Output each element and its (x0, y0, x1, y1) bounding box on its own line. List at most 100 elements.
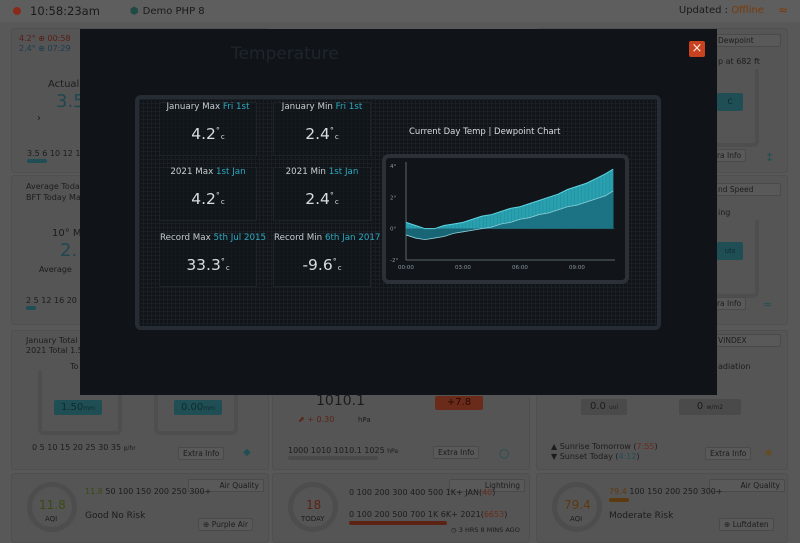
stat-unit: c (220, 198, 225, 206)
lightning-scale-jan: 0 100 200 300 400 500 1K+ JAN(40) (349, 488, 496, 497)
chevron-right-icon[interactable]: › (37, 113, 41, 124)
aq2-scale: 79.4 100 150 200 250 300+ (609, 487, 723, 496)
radiation-label: adiation (718, 362, 751, 371)
pressure-badge: +7.8 (435, 396, 483, 410)
stat-date: 6th Jan 2017 (324, 233, 381, 243)
aq2-value: 79.4 (564, 498, 591, 512)
stat-date: 5th Jul 2015 (213, 233, 267, 243)
wind-average-label: Average (39, 265, 72, 274)
thermometer-icon: ↕ (765, 151, 775, 164)
chart-title: Current Day Temp | Dewpoint Chart (409, 127, 561, 137)
aq1-status: Good No Risk (85, 511, 146, 521)
windspeed-title: nd Speed (713, 183, 781, 196)
stat-date: 1st Jan (215, 167, 246, 177)
temp-min-line: 2.4° ⊕ 07:29 (19, 44, 71, 53)
plus-icon: ⊕ (724, 520, 731, 529)
stat-value: -9.6 (302, 256, 333, 274)
updated-status: Updated : Offline (678, 5, 764, 16)
rain-jan-total: January Total (26, 336, 78, 345)
stat-date: Fri 1st (222, 102, 250, 112)
rain-year-total: 2021 Total 1.5 (26, 346, 83, 355)
temp-scale-bar (27, 159, 47, 163)
stat-unit: c (220, 133, 225, 141)
stat-record-max: Record Max 5th Jul 2015 33.3°c (159, 233, 266, 287)
stat-record-min: Record Min 6th Jan 2017 -9.6°c (273, 233, 380, 287)
wifi-icon: ≈ (777, 3, 788, 17)
top-bar: 10:58:23am ⬢ Demo PHP 8 Updated : Offlin… (0, 0, 800, 22)
aq1-aqi-label: AQI (45, 515, 58, 523)
aq2-scale-bar (609, 498, 629, 502)
stat-value: 2.4 (305, 125, 330, 143)
air-quality-panel-2[interactable]: Air Quality 79.4 AQI 79.4 100 150 200 25… (536, 473, 788, 543)
wind-bft: BFT Today Ma (26, 193, 81, 202)
close-button[interactable]: × (689, 41, 705, 57)
uv-value-box: 0.0 uvi (581, 399, 627, 415)
air-quality-panel-1[interactable]: Air Quality 11.8 AQI 11.8 50 100 150 200… (11, 473, 269, 543)
aq2-aqi-label: AQI (570, 515, 583, 523)
sun-icon: ☀ (763, 446, 774, 460)
luftdaten-button[interactable]: ⊕ Luftdaten (719, 518, 774, 531)
temperature-modal: Temperature × January Max Fri 1st 4.2°c … (80, 29, 717, 395)
purple-air-button[interactable]: ⊕ Purple Air (198, 518, 254, 531)
aq2-status: Moderate Risk (609, 511, 674, 521)
rain-extra-info-button[interactable]: Extra Info (178, 447, 225, 460)
wind-scale-bar (26, 306, 36, 310)
stat-january-max: January Max Fri 1st 4.2°c (159, 102, 257, 156)
y-tick-label: -2° (390, 258, 398, 264)
stat-unit: c (334, 133, 339, 141)
stat-value: 33.3 (186, 256, 221, 274)
station-name: Demo PHP 8 (142, 5, 205, 17)
temp-dewpoint-chart: 4° 2° 0° -2° 00:00 03:00 06:00 09:00 (382, 154, 629, 284)
lightning-today-label: TODAY (301, 515, 325, 523)
pressure-extra-info-button[interactable]: Extra Info (433, 446, 480, 459)
stat-value: 2.4 (305, 190, 330, 208)
dewpoint-altitude: p at 682 ft (718, 57, 760, 66)
stat-2021-min: 2021 Min 1st Jan 2.4°c (273, 167, 371, 221)
aq1-value: 11.8 (39, 498, 66, 512)
wind-avg-today: Average Today (26, 182, 85, 191)
stat-unit: c (337, 264, 342, 272)
y-tick-label: 0° (390, 227, 396, 233)
stat-date: 1st Jan (328, 167, 359, 177)
rain-scale: 0 5 10 15 20 25 30 35 p/hr (32, 443, 136, 452)
uv-title: VINDEX (713, 334, 781, 347)
wind-waves-icon: ≈ (763, 298, 773, 311)
stat-unit: c (334, 198, 339, 206)
stat-label: Record Min (274, 233, 323, 243)
status-dot-icon (13, 7, 21, 15)
barometer-icon: ○ (499, 446, 510, 460)
stat-january-min: January Min Fri 1st 2.4°c (273, 102, 371, 156)
y-tick-label: 2° (390, 195, 396, 201)
x-tick-label: 06:00 (512, 265, 528, 271)
stat-unit: c (225, 264, 230, 272)
pressure-scale: 1000 1010 1010.1 1025 hPa (288, 446, 399, 455)
stat-label: January Min (281, 102, 333, 112)
sunrise-line: ▲ Sunrise Tomorrow (7:55) (551, 442, 658, 451)
uv-extra-info-button[interactable]: Extra Info (705, 447, 752, 460)
x-tick-label: 03:00 (455, 265, 471, 271)
sunrise-icon: ▲ (551, 442, 558, 451)
pressure-unit: hPa (358, 416, 371, 424)
clock-icon: ◷ (451, 526, 457, 534)
temperature-stats-panel: January Max Fri 1st 4.2°c January Min Fr… (135, 95, 661, 330)
stat-value: 4.2 (191, 125, 216, 143)
radiation-value-box: 0 w/m2 (679, 399, 741, 415)
clock-time: 10:58:23am (30, 4, 100, 18)
stat-label: 2021 Min (285, 167, 326, 177)
rain-rate-box-1: 1.50mm (54, 400, 102, 415)
rain-today-label: To (70, 362, 79, 371)
rain-rate-box-2: 0.00mm (174, 400, 222, 415)
plus-icon: ⊕ (203, 520, 210, 529)
stat-label: January Max (166, 102, 221, 112)
lightning-year-bar (349, 521, 447, 525)
aq1-scale: 11.8 50 100 150 200 250 300+ (85, 487, 212, 496)
lightning-scale-year: 0 100 200 500 700 1K 6K+ 2021(6653) (349, 510, 508, 519)
location-pin-icon: ⬢ (129, 5, 139, 17)
temp-max-line: 4.2° ⊕ 00:58 (19, 34, 71, 43)
x-tick-label: 09:00 (569, 265, 585, 271)
lightning-panel[interactable]: Lightning 18 TODAY 0 100 200 300 400 500… (272, 473, 530, 543)
dewpoint-title: Dewpoint (713, 34, 781, 47)
x-tick-label: 00:00 (398, 265, 414, 271)
lightning-value: 18 (306, 498, 322, 512)
stat-date: Fri 1st (335, 102, 363, 112)
